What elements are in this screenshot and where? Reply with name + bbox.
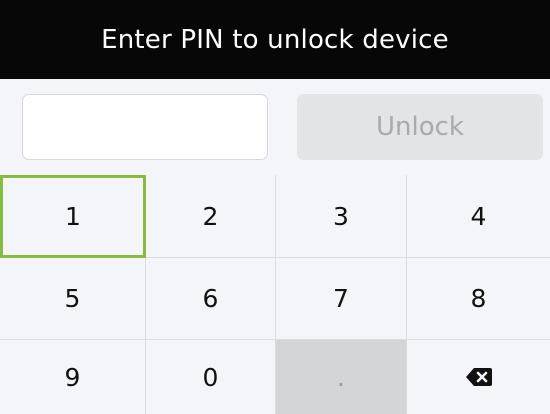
pin-input[interactable] xyxy=(22,94,268,160)
key-7[interactable]: 7 xyxy=(276,258,407,340)
key-4[interactable]: 4 xyxy=(407,175,550,258)
key-5[interactable]: 5 xyxy=(0,258,146,340)
backspace-button[interactable] xyxy=(407,340,550,414)
key-6[interactable]: 6 xyxy=(146,258,276,340)
key-9[interactable]: 9 xyxy=(0,340,146,414)
unlock-button[interactable]: Unlock xyxy=(297,94,543,160)
key-8[interactable]: 8 xyxy=(407,258,550,340)
page-title: Enter PIN to unlock device xyxy=(101,24,449,55)
key-decimal[interactable]: . xyxy=(276,340,407,414)
header-bar: Enter PIN to unlock device xyxy=(0,0,550,79)
numeric-keypad: 1 2 3 4 5 6 7 8 9 0 . xyxy=(0,175,550,414)
key-3[interactable]: 3 xyxy=(276,175,407,258)
key-2[interactable]: 2 xyxy=(146,175,276,258)
pin-entry-row: Unlock xyxy=(0,79,550,175)
backspace-icon xyxy=(465,368,492,386)
key-0[interactable]: 0 xyxy=(146,340,276,414)
key-1[interactable]: 1 xyxy=(0,175,146,258)
